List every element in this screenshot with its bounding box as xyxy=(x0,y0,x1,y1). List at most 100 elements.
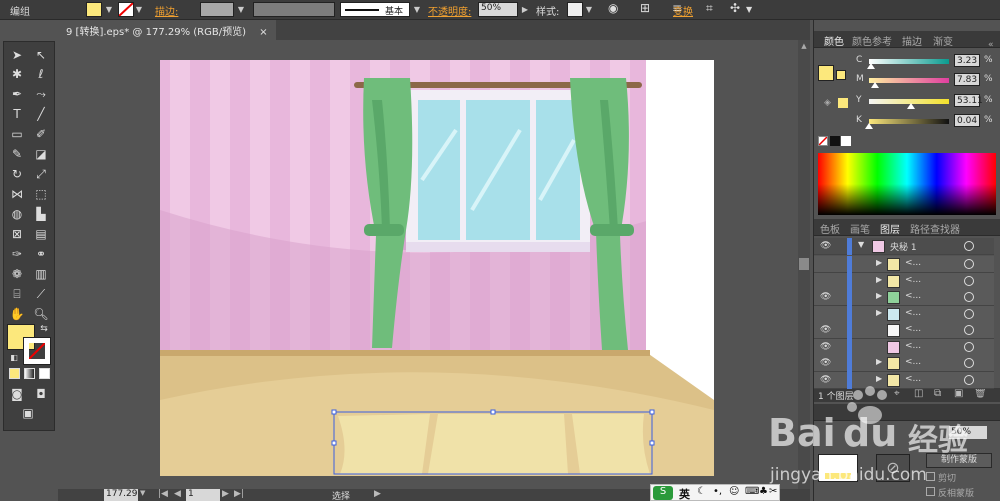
eraser-tool-icon[interactable]: ◪ xyxy=(31,145,51,163)
sublayer-row[interactable]: 👁 ▶ <... xyxy=(814,289,994,306)
panel-fill-swatch[interactable] xyxy=(818,65,834,81)
visibility-eye-icon[interactable]: 👁 xyxy=(820,241,831,251)
free-transform-tool-icon[interactable]: ⬚ xyxy=(31,185,51,203)
draw-mode-icon[interactable]: ◙ xyxy=(7,385,27,403)
visibility-eye-icon[interactable]: 👁 xyxy=(820,292,831,302)
expand-arrow-icon[interactable]: ▶ xyxy=(876,308,882,317)
channel-m-slider[interactable] xyxy=(869,78,949,83)
make-mask-button[interactable]: 制作蒙版 xyxy=(926,453,992,468)
variable-width-profile[interactable] xyxy=(253,2,335,17)
sublayer-name[interactable]: <... xyxy=(905,341,921,351)
pen-tool-icon[interactable]: ✒ xyxy=(7,85,27,103)
sublayer-name[interactable]: <... xyxy=(905,324,921,334)
hand-tool-icon[interactable]: ✋ xyxy=(7,305,27,323)
default-colors-icon[interactable]: ◧ xyxy=(4,349,24,367)
channel-c-slider[interactable] xyxy=(869,59,949,64)
opacity-arrow-icon[interactable]: ▶ xyxy=(520,3,530,17)
new-layer-icon[interactable]: ▣ xyxy=(954,388,963,399)
sublayer-row[interactable]: ▶ <... xyxy=(814,305,994,323)
next-artboard-icon[interactable]: ▶ xyxy=(222,489,229,499)
column-graph-tool-icon[interactable]: ▥ xyxy=(31,265,51,283)
stroke-label[interactable]: 描边: xyxy=(155,3,178,18)
tab-brushes[interactable]: 画笔 xyxy=(850,221,870,236)
clip-checkbox[interactable] xyxy=(926,472,935,481)
opacity-label[interactable]: 不透明度: xyxy=(428,3,471,18)
stroke-weight-field[interactable] xyxy=(200,2,234,17)
vertical-scrollbar[interactable]: ▲ xyxy=(798,40,810,489)
status-menu-icon[interactable]: ▶ xyxy=(374,489,381,499)
lasso-tool-icon[interactable]: ℓ xyxy=(31,65,51,83)
channel-y-value[interactable]: 53.11 xyxy=(954,94,983,107)
tab-pathfinder[interactable]: 路径查找器 xyxy=(910,221,960,236)
stroke-dropdown-icon[interactable]: ▼ xyxy=(134,3,144,17)
sublayer-row[interactable]: ▶ <... xyxy=(814,256,994,273)
channel-k-slider[interactable] xyxy=(869,119,949,124)
gradient-mode-icon[interactable] xyxy=(24,368,35,379)
sublayer-name[interactable]: <... xyxy=(905,258,921,268)
channel-m-value[interactable]: 7.83 xyxy=(954,73,980,86)
scale-tool-icon[interactable]: ⤢ xyxy=(31,165,51,183)
gradient-tool-icon[interactable]: ▤ xyxy=(31,225,51,243)
last-artboard-icon[interactable]: ▶| xyxy=(234,489,244,499)
isolate-icon[interactable]: ⌗ xyxy=(706,1,713,16)
sublayer-target-icon[interactable] xyxy=(964,259,974,269)
rectangle-tool-icon[interactable]: ▭ xyxy=(7,125,27,143)
panel-stroke-swatch[interactable] xyxy=(836,70,846,80)
channel-c-value[interactable]: 3.23 xyxy=(954,54,980,67)
fill-dropdown-icon[interactable]: ▼ xyxy=(104,3,114,17)
visibility-eye-icon[interactable]: 👁 xyxy=(820,358,831,368)
line-tool-icon[interactable]: ╱ xyxy=(31,105,51,123)
keyboard-icon[interactable]: ⌨ xyxy=(745,486,759,497)
tab-color-guide[interactable]: 颜色参考 xyxy=(852,33,892,48)
prev-artboard-icon[interactable]: ◀ xyxy=(174,489,181,499)
none-color-icon[interactable] xyxy=(818,136,828,146)
rotate-tool-icon[interactable]: ↻ xyxy=(7,165,27,183)
artboard[interactable] xyxy=(160,60,714,476)
sublayer-target-icon[interactable] xyxy=(964,341,974,352)
selection-tool-icon[interactable]: ➤ xyxy=(7,46,27,64)
visibility-eye-icon[interactable]: 👁 xyxy=(820,375,831,385)
expand-arrow-icon[interactable]: ▶ xyxy=(876,258,882,267)
sublayer-row[interactable]: 👁 ▶ <... xyxy=(814,371,994,389)
shape-builder-tool-icon[interactable]: ◍ xyxy=(7,205,27,223)
graphic-style-swatch[interactable] xyxy=(567,2,583,17)
stroke-color-box[interactable] xyxy=(23,337,51,365)
screen-mode-icon[interactable]: ▣ xyxy=(18,404,38,422)
magic-wand-tool-icon[interactable]: ✱ xyxy=(7,65,27,83)
visibility-eye-icon[interactable]: 👁 xyxy=(820,342,831,352)
curvature-tool-icon[interactable]: ⤳ xyxy=(31,85,51,103)
new-sublayer-icon[interactable]: ⧉ xyxy=(934,388,941,399)
brush-dropdown-icon[interactable]: ▼ xyxy=(412,3,422,17)
rug-group[interactable] xyxy=(331,409,655,475)
sublayer-target-icon[interactable] xyxy=(964,292,974,302)
transparency-opacity-field[interactable]: 50% xyxy=(949,426,987,439)
sublayer-row[interactable]: ▶ <... xyxy=(814,272,994,290)
collapse-dock-icon[interactable]: « xyxy=(988,40,1000,54)
style-dropdown-icon[interactable]: ▼ xyxy=(584,3,594,17)
type-tool-icon[interactable]: T xyxy=(7,105,27,123)
pencil-tool-icon[interactable]: ✎ xyxy=(7,145,27,163)
tab-layers[interactable]: 图层 xyxy=(880,221,900,236)
slider-thumb-m[interactable] xyxy=(871,82,879,88)
sublayer-name[interactable]: <... xyxy=(905,374,921,384)
sublayer-row[interactable]: 👁 <... xyxy=(814,338,994,356)
panel-menu-icon[interactable]: ▼ xyxy=(746,5,752,14)
eyedropper-tool-icon[interactable]: ✑ xyxy=(7,245,27,263)
rug-panel-3[interactable] xyxy=(572,414,650,474)
sublayer-name[interactable]: <... xyxy=(905,275,921,285)
draw-inside-icon[interactable]: ◘ xyxy=(31,385,51,403)
sublayer-target-icon[interactable] xyxy=(964,358,974,368)
transform-link[interactable]: 变换 xyxy=(673,3,693,18)
stroke-weight-dropdown-icon[interactable]: ▼ xyxy=(236,3,246,17)
slider-thumb-y[interactable] xyxy=(907,103,915,109)
mesh-tool-icon[interactable]: ⊠ xyxy=(7,225,27,243)
tools-icon[interactable]: ✂ xyxy=(769,486,777,497)
skin-icon[interactable]: ♣ xyxy=(759,486,768,497)
zoom-field[interactable]: 177.29 xyxy=(104,489,138,501)
sublayer-target-icon[interactable] xyxy=(964,374,974,385)
channel-k-value[interactable]: 0.04 xyxy=(954,114,980,127)
rug-panel-1[interactable] xyxy=(338,414,430,474)
object-thumbnail[interactable] xyxy=(818,454,858,482)
half-width-icon[interactable]: ☾ xyxy=(697,486,706,497)
expand-arrow-icon[interactable]: ▼ xyxy=(858,240,864,249)
